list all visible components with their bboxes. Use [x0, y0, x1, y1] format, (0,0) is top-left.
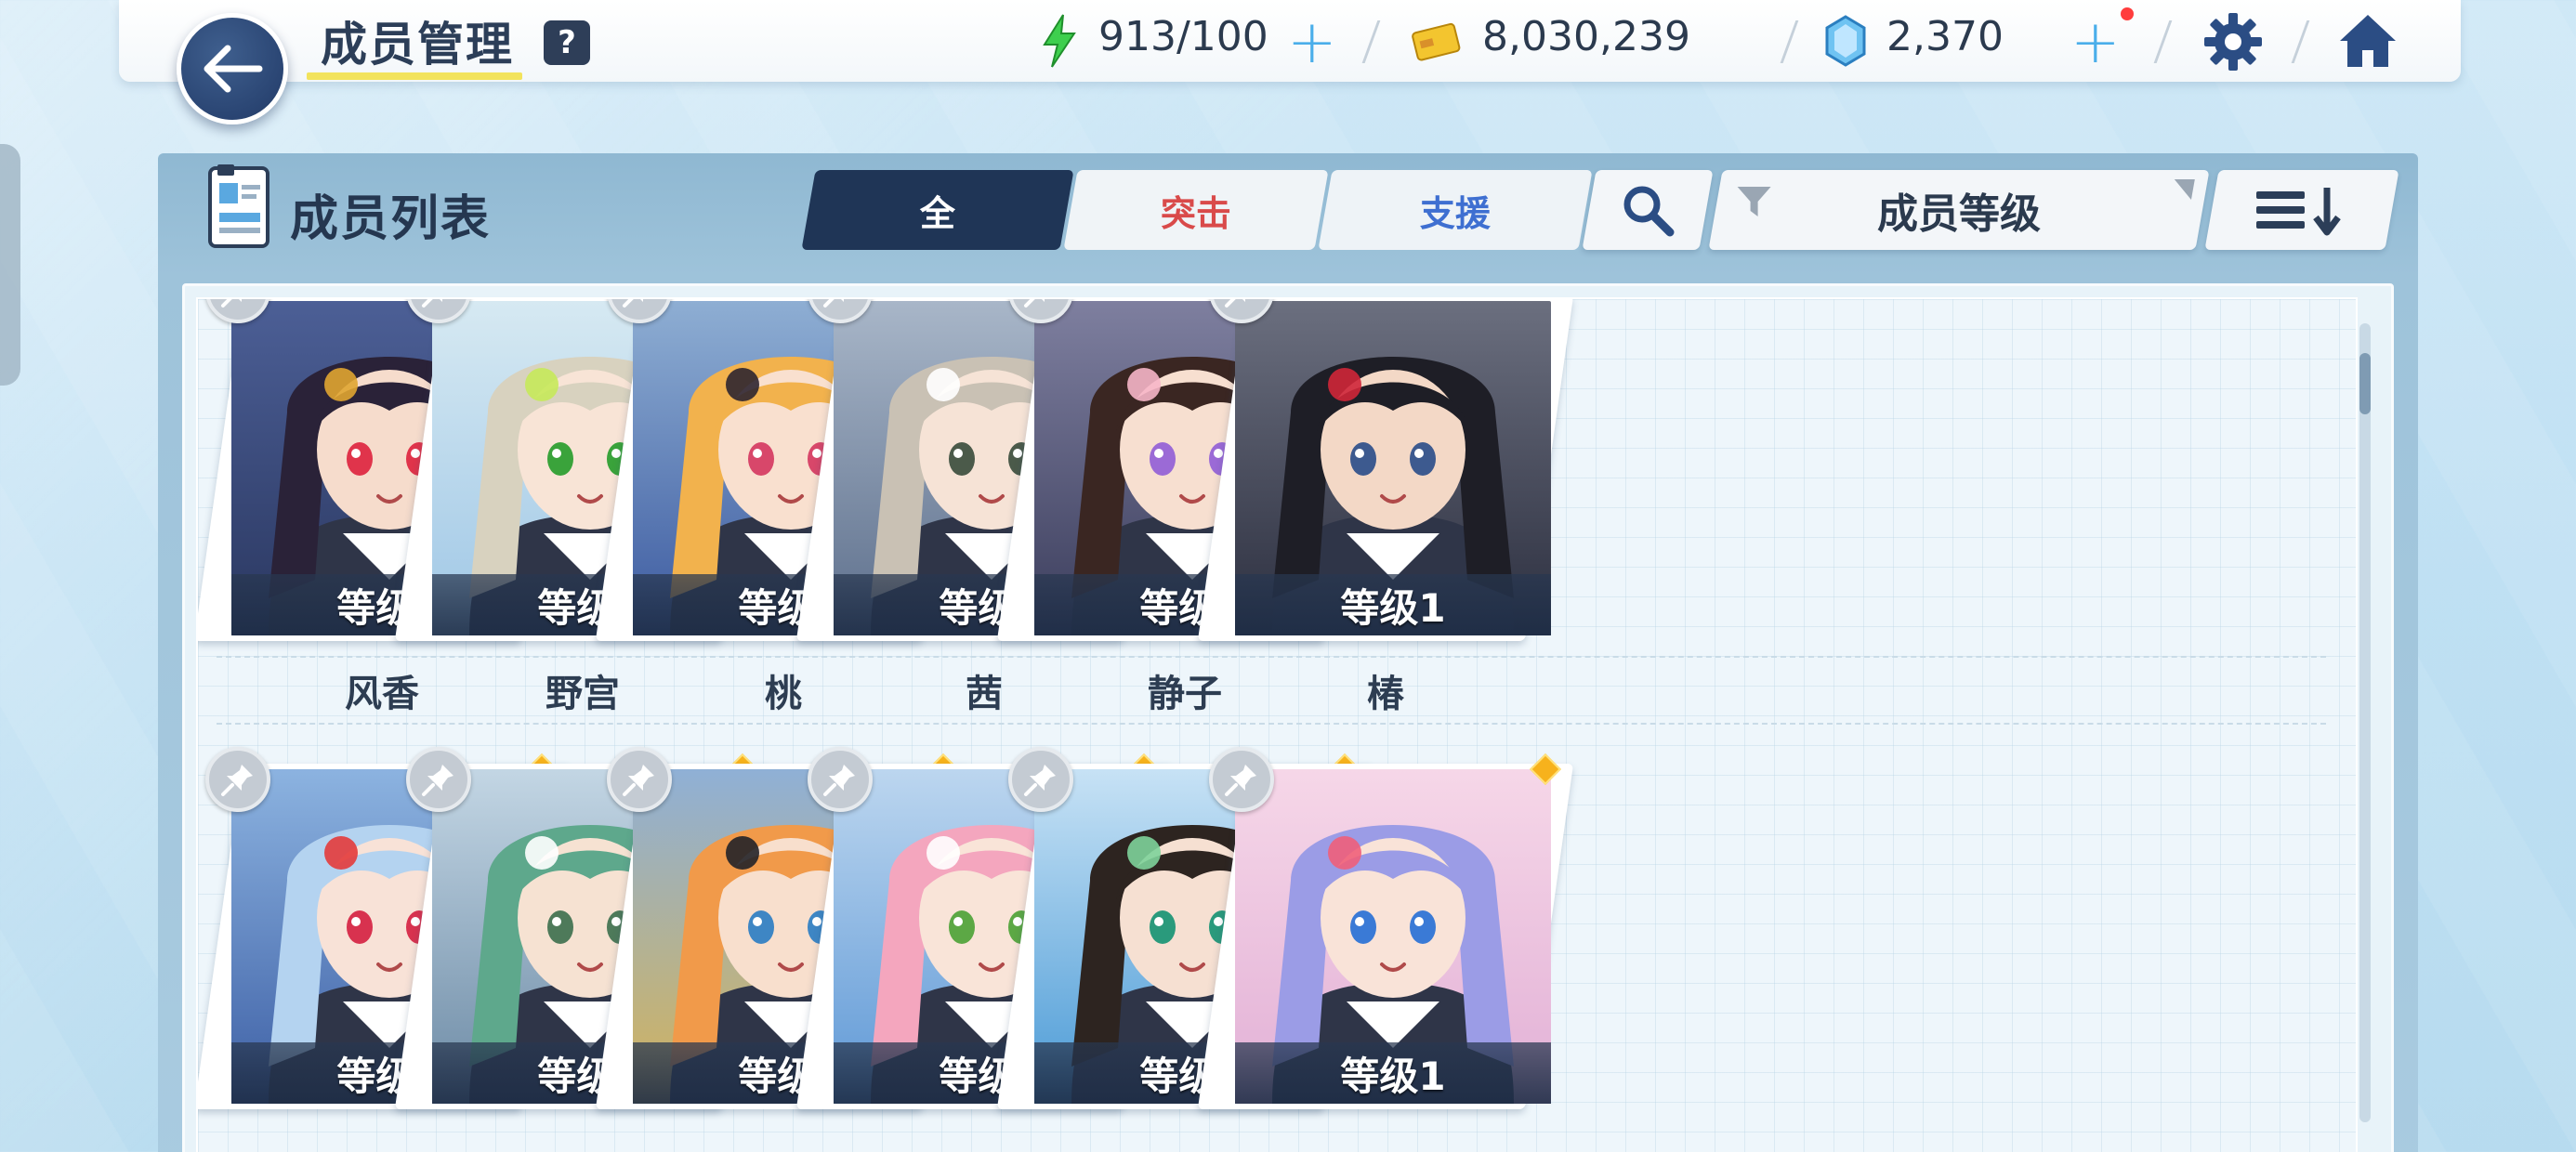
sort-criteria-button[interactable]: 成员等级 [1708, 170, 2210, 250]
pin-icon [1225, 765, 1256, 796]
pin-button[interactable] [205, 747, 270, 812]
gems-value: 2,370 [1886, 13, 2004, 60]
member-name: 椿 [1222, 661, 1549, 719]
sort-descending-icon [2256, 188, 2341, 236]
row-divider [217, 656, 2326, 658]
pin-button[interactable] [1008, 747, 1073, 812]
pin-icon [1024, 299, 1045, 308]
member-name-text: 静子 [1142, 663, 1228, 717]
pyroxene-gem-icon [1825, 15, 1866, 67]
member-name-text: 椿 [1361, 663, 1410, 717]
panel-title: 成员列表 [290, 191, 492, 247]
pin-icon [422, 299, 442, 308]
back-arrow-icon [204, 45, 263, 93]
sort-criteria-label: 成员等级 [1877, 190, 2041, 238]
home-icon[interactable] [2336, 9, 2399, 72]
pin-icon [1024, 765, 1056, 796]
pin-icon [623, 299, 643, 308]
member-grid[interactable]: 等级1 风香 等级1 野宫 等级1 桃等级1 茜等级1 静子 等级1 椿等级1 等级1 等级1 等级1 等… [196, 297, 2358, 1152]
pin-button[interactable] [406, 747, 471, 812]
scrollbar-track[interactable] [2359, 323, 2371, 1122]
search-icon [1623, 186, 1675, 237]
credits-value: 8,030,239 [1482, 13, 1690, 60]
page-title: 成员管理 [321, 18, 514, 72]
type-filter-tabs: 全 突击 支援 [801, 170, 1593, 250]
gems-add-button[interactable]: + [2070, 13, 2121, 72]
member-list-panel: 成员列表 全 突击 支援 成员等级 等级1 风香 等级1 野宫 等级1 桃 等级… [158, 153, 2418, 1152]
sort-order-button[interactable] [2204, 170, 2399, 250]
ap-lightning-icon [1043, 14, 1076, 68]
pin-button[interactable] [808, 747, 873, 812]
tab-all[interactable]: 全 [801, 170, 1074, 250]
tab-all-label: 全 [919, 192, 955, 234]
credit-card-icon [1412, 22, 1461, 61]
back-button[interactable] [177, 13, 288, 124]
ap-value: 913/100 [1098, 13, 1268, 60]
pin-icon [1225, 299, 1245, 308]
member-card[interactable]: 等级1 [1197, 747, 1574, 1109]
member-name-text: 风香 [339, 663, 425, 717]
pin-icon [422, 765, 453, 796]
search-button[interactable] [1582, 170, 1714, 250]
panel-header: 成员列表 全 突击 支援 成员等级 [158, 153, 2418, 263]
pin-icon [221, 765, 253, 796]
scrollbar-thumb[interactable] [2359, 353, 2371, 414]
help-button[interactable]: ? [544, 20, 590, 65]
pin-icon [823, 765, 855, 796]
pin-button[interactable] [1209, 747, 1274, 812]
member-name-text: 野宫 [540, 663, 625, 717]
member-card[interactable]: 等级1 [1197, 299, 1574, 641]
member-grid-container: 等级1 风香 等级1 野宫 等级1 桃等级1 茜等级1 静子 等级1 椿等级1 等级1 等级1 等级1 等… [182, 283, 2394, 1152]
level-label: 等级1 [1235, 1042, 1551, 1104]
member-name-text: 桃 [759, 663, 808, 717]
member-name-text: 茜 [960, 663, 1008, 717]
gear-icon[interactable] [2202, 11, 2264, 72]
tab-special[interactable]: 支援 [1318, 170, 1593, 250]
tab-special-label: 支援 [1419, 192, 1491, 234]
member-list-icon [208, 164, 269, 248]
notification-dot [2121, 7, 2134, 20]
tab-striker[interactable]: 突击 [1063, 170, 1329, 250]
pin-icon [623, 765, 654, 796]
side-drawer-handle[interactable] [0, 144, 20, 386]
ap-add-button[interactable]: + [1287, 13, 1337, 72]
row-divider [217, 723, 2326, 725]
tab-striker-label: 突击 [1160, 192, 1231, 234]
level-label: 等级1 [1235, 574, 1551, 635]
pin-icon [823, 299, 844, 308]
title-underline [307, 72, 522, 80]
pin-button[interactable] [607, 747, 672, 812]
pin-icon [221, 299, 242, 308]
